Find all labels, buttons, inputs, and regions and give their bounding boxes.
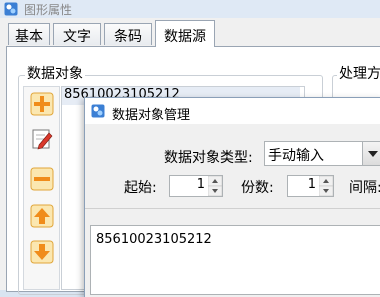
move-up-icon[interactable] [30,204,54,228]
chevron-down-icon [368,151,378,157]
remove-icon[interactable] [30,167,54,191]
dialog-app-icon [91,104,105,118]
window-title: 图形属性 [24,3,73,17]
count-value: 1 [307,177,316,192]
tab-data-source[interactable]: 数据源 [155,20,215,47]
data-object-type-value: 手动输入 [268,148,324,164]
count-spinner[interactable] [319,176,333,196]
add-icon[interactable] [30,92,54,116]
start-spinner[interactable] [208,176,222,196]
data-object-type-label: 数据对象类型: [164,150,253,166]
data-object-label: 数据对象 [25,63,85,83]
count-label: 份数: [241,180,274,196]
dialog-title: 数据对象管理 [112,108,191,123]
dropdown-button[interactable] [362,142,380,165]
process-label: 处理方 [337,63,380,83]
start-value: 1 [196,177,205,192]
tab-basic[interactable]: 基本 [8,23,50,45]
app-icon [4,2,18,16]
start-label: 起始: [124,180,157,196]
tab-text[interactable]: 文字 [53,23,101,45]
content-text: 85610023105212 [96,232,212,247]
dialog-separator [85,208,380,209]
move-down-icon[interactable] [30,240,54,264]
interval-label: 间隔: [349,180,380,196]
tab-barcode[interactable]: 条码 [104,23,152,45]
edit-icon[interactable] [30,127,54,151]
